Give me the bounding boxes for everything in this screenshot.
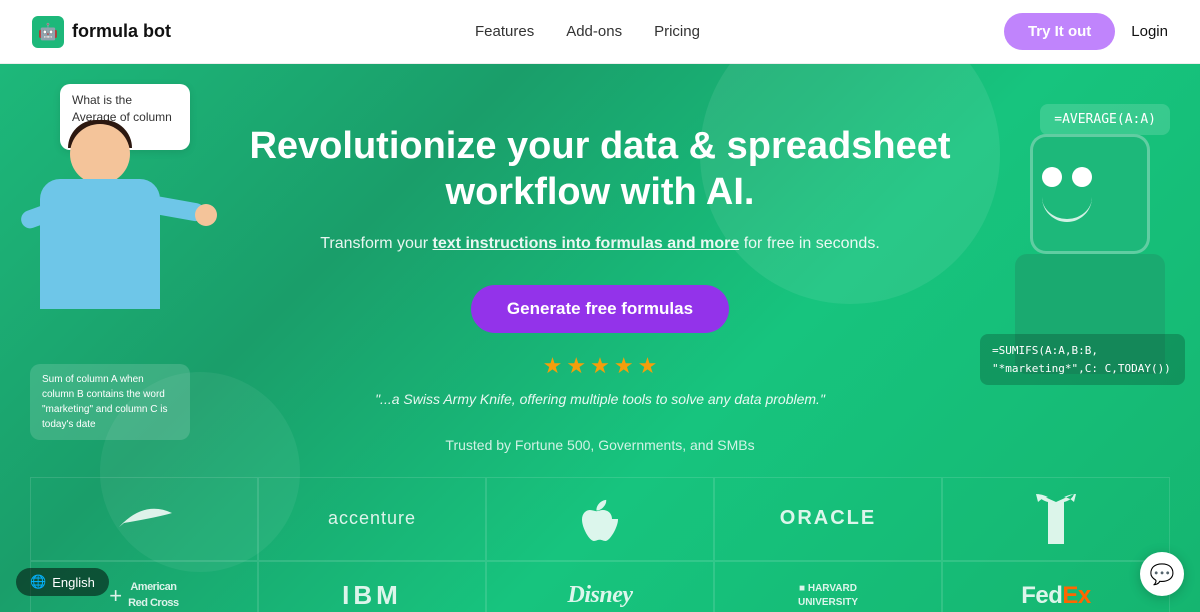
logo-ibm: IBM <box>258 561 486 612</box>
generate-formulas-button[interactable]: Generate free formulas <box>471 285 729 333</box>
logos-grid: accenture ORACLE + AmericanRed Cross <box>0 477 1200 612</box>
navbar: 🤖 formula bot Features Add-ons Pricing T… <box>0 0 1200 64</box>
logos-section: Trusted by Fortune 500, Governments, and… <box>0 437 1200 612</box>
nav-actions: Try It out Login <box>1004 13 1168 50</box>
redcross-brand-text: AmericanRed Cross <box>128 580 179 611</box>
try-it-out-button[interactable]: Try It out <box>1004 13 1115 50</box>
logo-icon: 🤖 <box>32 16 64 48</box>
login-link[interactable]: Login <box>1131 23 1168 40</box>
logo-oracle: ORACLE <box>714 477 942 561</box>
nav-link-features[interactable]: Features <box>475 23 534 40</box>
subtitle-bold: text instructions into formulas and more <box>433 235 740 252</box>
disney-brand-text: Disney <box>568 582 633 609</box>
hero-subtitle: Transform your text instructions into fo… <box>240 231 960 257</box>
oracle-brand-text: ORACLE <box>780 507 876 530</box>
logos-title: Trusted by Fortune 500, Governments, and… <box>0 437 1200 453</box>
apple-icon <box>582 497 618 541</box>
star-1: ★ <box>543 353 563 379</box>
nike-swoosh-icon <box>114 505 174 533</box>
logo-area: 🤖 formula bot <box>32 16 171 48</box>
hero-content: Revolutionize your data & spreadsheet wo… <box>0 124 1200 407</box>
nav-link-addons[interactable]: Add-ons <box>566 23 622 40</box>
subtitle-pre: Transform your <box>320 235 432 252</box>
logo-nike <box>30 477 258 561</box>
logo-text: formula bot <box>72 21 171 42</box>
language-switcher[interactable]: 🌐 English <box>16 568 109 596</box>
hero-title: Revolutionize your data & spreadsheet wo… <box>240 124 960 215</box>
star-4: ★ <box>614 353 634 379</box>
red-cross-plus-icon: + <box>109 583 122 609</box>
logo-harvard: ■ HARVARDUNIVERSITY <box>714 561 942 612</box>
accenture-brand-text: accenture <box>328 508 416 529</box>
nav-links: Features Add-ons Pricing <box>475 23 700 40</box>
subtitle-post: for free in seconds. <box>739 235 880 252</box>
star-2: ★ <box>566 353 586 379</box>
logo-tesla <box>942 477 1170 561</box>
hero-section: What is the Average of column A? Sum of … <box>0 64 1200 612</box>
globe-icon: 🌐 <box>30 574 46 590</box>
star-5: ★ <box>638 353 658 379</box>
star-3: ★ <box>590 353 610 379</box>
harvard-brand-text: ■ HARVARDUNIVERSITY <box>798 582 858 610</box>
logo-apple <box>486 477 714 561</box>
chat-widget[interactable]: 💬 <box>1140 552 1184 596</box>
tesla-logo-icon <box>1036 494 1076 544</box>
stars-row: ★ ★ ★ ★ ★ <box>240 353 960 379</box>
logo-disney: Disney <box>486 561 714 612</box>
logo-fedex: FedEx <box>942 561 1170 612</box>
testimonial-text: "...a Swiss Army Knife, offering multipl… <box>240 391 960 407</box>
ibm-brand-text: IBM <box>342 580 402 611</box>
fedex-brand-text: FedEx <box>1021 582 1091 610</box>
logo-accenture: accenture <box>258 477 486 561</box>
language-label: English <box>52 575 95 590</box>
chat-icon: 💬 <box>1150 562 1175 587</box>
nav-link-pricing[interactable]: Pricing <box>654 23 700 40</box>
